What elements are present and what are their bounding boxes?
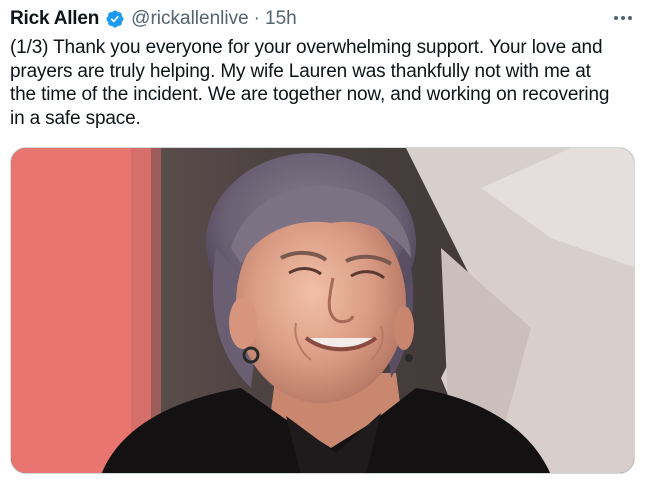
display-name[interactable]: Rick Allen	[10, 8, 99, 30]
separator-dot: ·	[253, 8, 260, 29]
verified-badge-icon[interactable]	[105, 9, 125, 29]
more-options-icon[interactable]	[612, 8, 634, 28]
user-handle[interactable]: @rickallenlive	[131, 8, 249, 30]
tweet-card[interactable]: Rick Allen @rickallenlive · 15h (1/3) Th…	[0, 0, 648, 487]
tweet-text-line: in a safe space.	[10, 107, 141, 129]
tweet-text-line: (1/3) Thank you everyone for your overwh…	[10, 37, 603, 58]
tweet-timestamp[interactable]: 15h	[265, 8, 297, 30]
tweet-text-line: prayers are truly helping. My wife Laure…	[10, 60, 591, 82]
tweet-header: Rick Allen @rickallenlive · 15h	[10, 6, 297, 32]
tweet-text: (1/3) Thank you everyone for your overwh…	[10, 36, 635, 130]
tweet-text-line: the time of the incident. We are togethe…	[10, 84, 610, 105]
tweet-photo[interactable]	[10, 147, 635, 474]
